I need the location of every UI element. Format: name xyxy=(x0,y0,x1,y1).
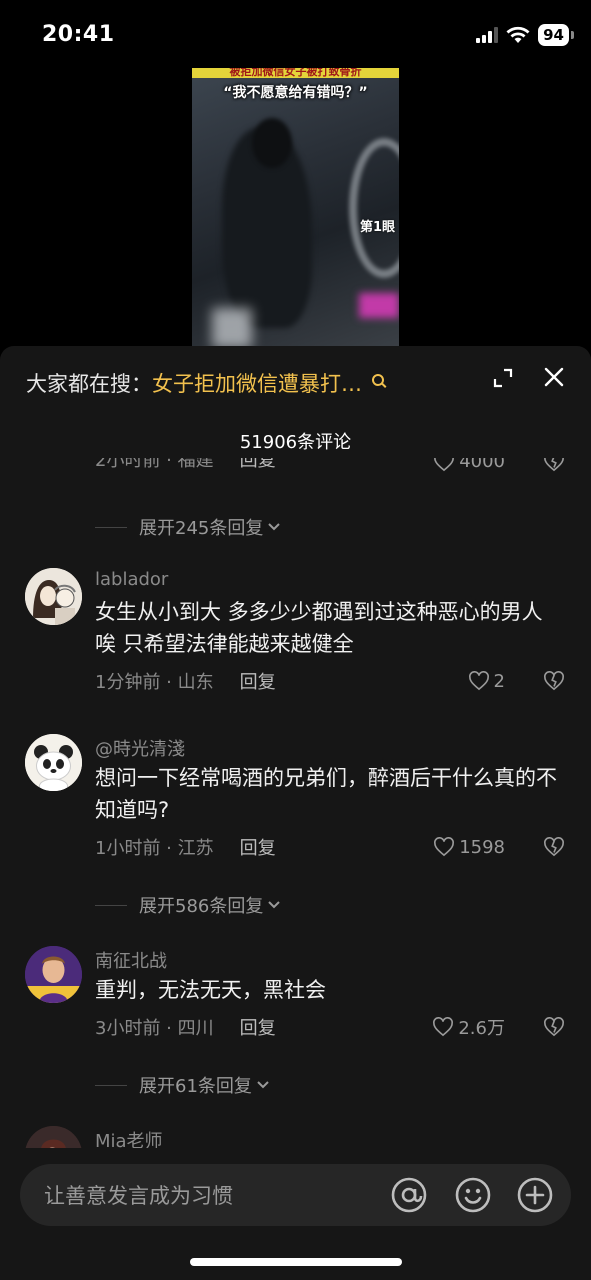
avatar[interactable] xyxy=(25,734,82,791)
dislike-icon[interactable] xyxy=(543,671,565,691)
comment-text: 想问一下经常喝酒的兄弟们，醉酒后干什么真的不知道吗? xyxy=(95,766,557,822)
mention-icon[interactable] xyxy=(390,1176,428,1214)
video-player[interactable]: 被拒加微信女子被打致骨折 “我不愿意给有错吗？” 第1眼 xyxy=(192,68,399,350)
avatar[interactable] xyxy=(25,568,82,625)
avatar[interactable] xyxy=(25,1126,82,1148)
comment-time-location: 3小时前 · 四川 xyxy=(95,1018,214,1039)
expand-replies-button[interactable]: 展开61条回复 xyxy=(95,1072,270,1098)
video-quote: “我不愿意给有错吗？” xyxy=(223,85,368,101)
comment-username[interactable]: 南征北战 xyxy=(95,947,167,973)
like-button[interactable]: 2 xyxy=(468,671,505,692)
comment-meta: 1小时前 · 江苏 回复 1598 xyxy=(95,834,565,860)
dislike-icon[interactable] xyxy=(543,458,565,472)
panda-avatar-icon xyxy=(25,734,82,791)
avatar-illustration-icon xyxy=(25,568,82,625)
video-headline: 被拒加微信女子被打致骨折 xyxy=(192,68,399,78)
expand-replies-label: 展开245条回复 xyxy=(139,518,264,539)
cellular-signal-icon xyxy=(476,27,499,43)
reply-button[interactable]: 回复 xyxy=(240,1014,276,1040)
like-button[interactable]: 4000 xyxy=(433,458,505,472)
emoji-icon[interactable] xyxy=(454,1176,492,1214)
like-count: 4000 xyxy=(459,458,505,472)
reply-button[interactable]: 回复 xyxy=(240,668,276,694)
expand-replies-label: 展开586条回复 xyxy=(139,896,264,917)
comment-time-location: 1分钟前 · 山东 xyxy=(95,672,214,693)
comment-username[interactable]: lablador xyxy=(95,569,168,590)
video-caption: 被拒加微信女子被打致骨折 “我不愿意给有错吗？” xyxy=(192,68,399,102)
comment-text: 女生从小到大 多多少少都遇到过这种恶心的男人 唉 只希望法律能越来越健全 xyxy=(95,600,543,656)
status-bar: 20:41 94 xyxy=(0,0,591,70)
like-button[interactable]: 2.6万 xyxy=(432,1014,505,1040)
expand-replies-button[interactable]: 展开245条回复 xyxy=(95,514,281,540)
heart-icon xyxy=(434,837,455,857)
like-count: 2 xyxy=(493,670,505,692)
add-icon[interactable] xyxy=(516,1176,554,1214)
trending-search-query[interactable]: 女子拒加微信遭暴打… xyxy=(152,368,362,398)
comment-input[interactable]: 让善意发言成为习惯 xyxy=(20,1164,571,1226)
search-icon xyxy=(372,374,384,386)
dislike-icon[interactable] xyxy=(543,1017,565,1037)
chevron-down-icon xyxy=(268,523,281,531)
user-avatar-icon xyxy=(25,1126,82,1148)
home-indicator xyxy=(190,1258,402,1266)
comment-text: 重判，无法无天，黑社会 xyxy=(95,978,326,1002)
partial-comment-meta: 2小时前 · 福建 回复 4000 xyxy=(95,458,565,472)
comment-panel: 大家都在搜： 女子拒加微信遭暴打… 51906条评论 2小时前 · 福建 回复 … xyxy=(0,346,591,1280)
comment-time-location: 1小时前 · 江苏 xyxy=(95,838,214,859)
status-time: 20:41 xyxy=(42,22,115,47)
heart-icon xyxy=(433,1017,454,1037)
avatar[interactable] xyxy=(25,946,82,1003)
close-icon[interactable] xyxy=(543,366,565,388)
comment-username[interactable]: @時光清淺 xyxy=(95,735,185,761)
expand-replies-button[interactable]: 展开586条回复 xyxy=(95,892,281,918)
chevron-down-icon xyxy=(268,901,281,909)
reply-button[interactable]: 回复 xyxy=(240,458,276,472)
wifi-icon xyxy=(506,26,530,43)
player-avatar-icon xyxy=(25,946,82,1003)
expand-replies-label: 展开61条回复 xyxy=(139,1076,252,1097)
expand-icon[interactable] xyxy=(493,368,513,388)
heart-icon xyxy=(434,458,455,471)
trending-search-bar[interactable]: 大家都在搜： 女子拒加微信遭暴打… xyxy=(26,368,571,398)
video-watermark-logo: 第1眼 xyxy=(359,220,395,235)
like-button[interactable]: 1598 xyxy=(433,837,505,858)
chevron-down-icon xyxy=(257,1081,269,1089)
trending-search-prefix: 大家都在搜： xyxy=(26,372,152,396)
reply-button[interactable]: 回复 xyxy=(240,834,276,860)
comment-meta: 3小时前 · 四川 回复 2.6万 xyxy=(95,1014,565,1040)
comment-count: 51906条评论 xyxy=(239,432,352,453)
heart-icon xyxy=(468,671,489,691)
comment-meta: 1分钟前 · 山东 回复 2 xyxy=(95,668,565,694)
comment-input-placeholder: 让善意发言成为习惯 xyxy=(44,1184,233,1208)
like-count: 2.6万 xyxy=(458,1018,505,1039)
comment-time-location: 2小时前 · 福建 xyxy=(95,458,214,471)
like-count: 1598 xyxy=(459,836,505,858)
comment-input-area: 让善意发言成为习惯 xyxy=(0,1148,591,1280)
comment-username[interactable]: Mia老师 xyxy=(95,1127,163,1148)
battery-indicator: 94 xyxy=(538,24,574,46)
status-icons: 94 xyxy=(476,24,574,46)
dislike-icon[interactable] xyxy=(543,837,565,857)
comment-list[interactable]: 2小时前 · 福建 回复 4000 展开245条回复 lablador 女生从小… xyxy=(0,458,591,1148)
